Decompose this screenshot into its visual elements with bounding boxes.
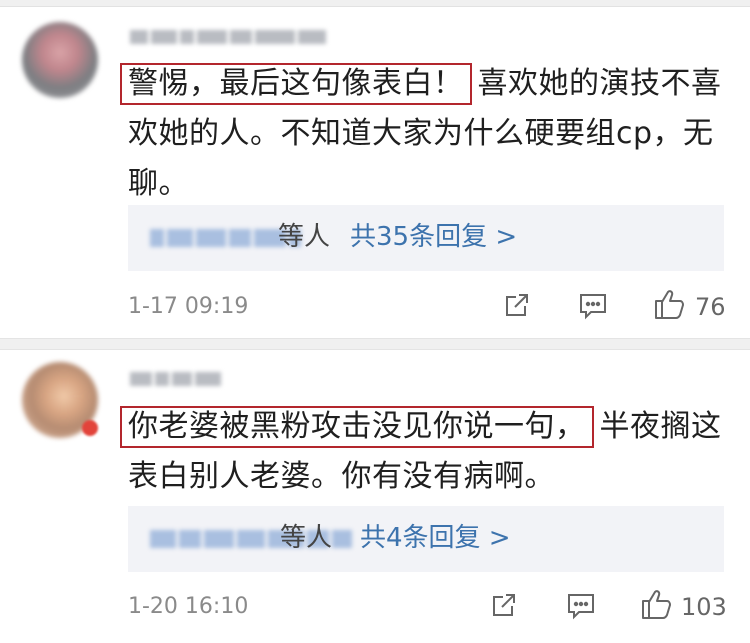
reply-preview[interactable]: 等人 共35条回复 > bbox=[128, 205, 724, 271]
top-divider bbox=[0, 0, 750, 7]
username-blurred[interactable] bbox=[130, 372, 224, 388]
comment-icon bbox=[580, 294, 606, 320]
highlight-box: 你老婆被黑粉攻击没见你说一句， bbox=[120, 406, 594, 448]
view-replies-link[interactable]: 共4条回复 > bbox=[360, 520, 511, 556]
like-count: 103 bbox=[681, 593, 727, 621]
like-count: 76 bbox=[695, 293, 726, 321]
share-button[interactable] bbox=[503, 291, 531, 323]
comment-separator bbox=[0, 338, 750, 350]
reply-suffix: 等人 bbox=[280, 523, 333, 553]
comment-text: 警惕，最后这句像表白！ 喜欢她的演技不喜欢她的人。不知道大家为什么硬要组cp，无聊… bbox=[120, 59, 728, 209]
avatar[interactable] bbox=[22, 22, 98, 98]
like-icon bbox=[642, 590, 671, 619]
share-button[interactable] bbox=[490, 591, 518, 623]
comment-button[interactable] bbox=[578, 292, 608, 324]
like-button[interactable] bbox=[653, 287, 687, 325]
view-replies-link[interactable]: 共35条回复 > bbox=[350, 219, 517, 255]
comment-button[interactable] bbox=[566, 592, 596, 624]
like-button[interactable] bbox=[640, 587, 674, 625]
comment-text: 你老婆被黑粉攻击没见你说一句， 半夜搁这表白别人老婆。你有没有病啊。 bbox=[120, 402, 728, 502]
avatar-badge bbox=[82, 420, 98, 436]
timestamp: 1-20 16:10 bbox=[128, 594, 249, 619]
comment-icon bbox=[568, 594, 594, 620]
share-icon bbox=[506, 294, 528, 316]
highlight-box: 警惕，最后这句像表白！ bbox=[120, 63, 472, 105]
share-icon bbox=[493, 594, 515, 616]
username-blurred[interactable] bbox=[130, 30, 329, 46]
reply-suffix: 等人 bbox=[278, 222, 331, 252]
like-icon bbox=[655, 290, 684, 319]
timestamp: 1-17 09:19 bbox=[128, 294, 249, 319]
reply-preview[interactable]: 等人 共4条回复 > bbox=[128, 506, 724, 572]
